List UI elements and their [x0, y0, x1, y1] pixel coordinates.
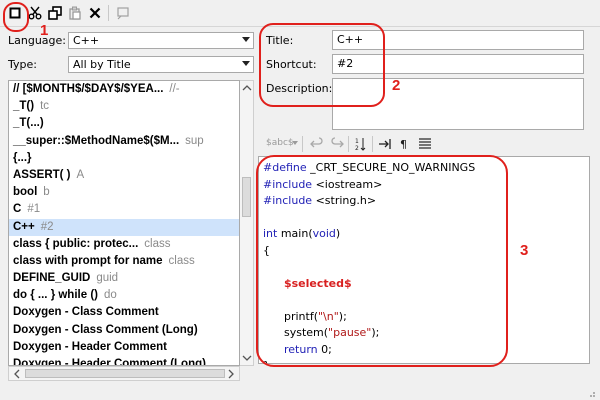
vertical-scroll-thumb[interactable] — [242, 177, 251, 217]
delete-icon — [89, 7, 101, 19]
align-lines-icon[interactable] — [418, 137, 432, 151]
snippet-list[interactable]: // [$MONTH$/$DAY$/$YEA... //- _T() tc _T(...… — [8, 80, 240, 366]
filter-icon — [117, 7, 129, 20]
paste-icon — [69, 6, 81, 20]
snippet-list-horizontal-scrollbar[interactable] — [8, 366, 240, 381]
annotation-label-3: 3 — [520, 242, 529, 259]
redo-icon[interactable] — [330, 137, 344, 151]
scroll-right-icon[interactable] — [225, 368, 237, 380]
snippet-list-vertical-scrollbar[interactable] — [240, 80, 254, 366]
snippet-shortcut: guid — [96, 272, 119, 285]
snippet-name: C++ — [13, 220, 35, 233]
indent-icon[interactable] — [378, 137, 392, 151]
editor-toolbar-separator — [348, 136, 349, 152]
snippet-list-item[interactable]: {...} — [9, 150, 239, 167]
scroll-up-icon[interactable] — [241, 82, 253, 94]
snippet-shortcut: //- — [169, 83, 180, 95]
svg-text:1: 1 — [355, 138, 359, 145]
snippet-shortcut: tc — [40, 100, 50, 113]
snippet-name: C — [13, 203, 22, 216]
annotation-ring-2 — [259, 23, 385, 107]
snippet-name: class { public: protec... — [13, 237, 139, 250]
pilcrow-icon[interactable]: ¶ — [398, 137, 412, 151]
snippet-shortcut: #2 — [40, 220, 54, 233]
snippet-shortcut: A — [76, 168, 85, 181]
svg-text:¶: ¶ — [400, 138, 407, 151]
snippet-list-item[interactable]: // [$MONTH$/$DAY$/$YEA... //- — [9, 81, 239, 98]
cut-icon — [28, 6, 42, 20]
svg-text:2: 2 — [355, 145, 359, 151]
snippet-list-item[interactable]: class with prompt for name class — [9, 253, 239, 270]
snippet-name: do { ... } while () — [13, 289, 98, 302]
resize-grip-icon[interactable] — [586, 388, 596, 398]
sort-numeric-icon[interactable]: 12 — [354, 137, 368, 151]
annotation-label-2: 2 — [392, 77, 401, 94]
delete-button[interactable] — [86, 4, 104, 22]
chevron-down-icon — [242, 61, 250, 66]
snippet-name: Doxygen - Header Comment (Long) — [13, 358, 206, 366]
type-select-value: All by Title — [73, 58, 131, 71]
snippet-shortcut: #1 — [27, 203, 41, 216]
snippet-list-item[interactable]: C #1 — [9, 201, 239, 218]
language-select[interactable]: C++ — [68, 32, 254, 49]
snippet-list-item[interactable]: Doxygen - Class Comment — [9, 304, 239, 321]
paste-button[interactable] — [66, 4, 84, 22]
snippet-list-item[interactable]: Doxygen - Header Comment (Long) — [9, 356, 239, 366]
snippet-name: {...} — [13, 151, 32, 164]
snippet-list-item[interactable]: C++ #2 — [9, 218, 239, 236]
snippet-list-item[interactable]: ASSERT( ) A — [9, 167, 239, 184]
type-label: Type: — [8, 58, 37, 71]
copy-button[interactable] — [46, 4, 64, 22]
toolbar-separator — [108, 5, 109, 21]
editor-toolbar: $abc$ 12 ¶ — [260, 132, 590, 157]
copy-icon — [48, 6, 62, 20]
snippet-name: ASSERT( ) — [13, 168, 71, 181]
filter-button[interactable] — [114, 4, 132, 22]
snippet-name: // [$MONTH$/$DAY$/$YEA... — [13, 83, 164, 95]
type-select[interactable]: All by Title — [68, 56, 254, 73]
snippet-name: DEFINE_GUID — [13, 272, 91, 285]
snippet-list-item[interactable]: class { public: protec... class — [9, 236, 239, 253]
snippet-name: Doxygen - Class Comment (Long) — [13, 323, 198, 336]
snippet-name: _T(...) — [13, 117, 44, 130]
snippet-list-item[interactable]: __super::$MethodName$($M... sup — [9, 133, 239, 150]
snippet-name: class with prompt for name — [13, 254, 163, 267]
editor-toolbar-separator — [302, 136, 303, 152]
chevron-down-icon — [242, 37, 250, 42]
snippet-name: bool — [13, 186, 38, 199]
snippet-name: Doxygen - Class Comment — [13, 306, 159, 319]
insert-variable-button[interactable]: $abc$ — [266, 138, 294, 148]
editor-toolbar-separator — [372, 136, 373, 152]
snippet-list-item[interactable]: Doxygen - Header Comment — [9, 339, 239, 356]
snippet-shortcut: b — [43, 186, 50, 199]
snippet-list-item[interactable]: _T() tc — [9, 98, 239, 115]
snippet-shortcut: class — [144, 237, 171, 250]
snippet-list-item[interactable]: _T(...) — [9, 115, 239, 132]
chevron-down-icon[interactable] — [292, 141, 298, 145]
scroll-down-icon[interactable] — [241, 352, 253, 364]
snippet-shortcut: sup — [185, 134, 204, 147]
snippet-list-item[interactable]: bool b — [9, 184, 239, 201]
snippet-shortcut: do — [103, 289, 117, 302]
scroll-left-icon[interactable] — [11, 368, 23, 380]
snippet-list-item[interactable]: Doxygen - Class Comment (Long) — [9, 322, 239, 339]
undo-icon[interactable] — [310, 137, 324, 151]
snippet-list-item[interactable]: do { ... } while () do — [9, 287, 239, 304]
language-label: Language: — [8, 34, 66, 47]
snippet-name: __super::$MethodName$($M... — [13, 134, 180, 147]
snippet-shortcut: class — [168, 254, 195, 267]
snippet-list-item[interactable]: DEFINE_GUID guid — [9, 270, 239, 287]
annotation-ring-3 — [256, 155, 508, 367]
language-select-value: C++ — [73, 34, 100, 47]
horizontal-scroll-thumb[interactable] — [25, 369, 225, 378]
snippet-name: _T() — [13, 100, 35, 113]
annotation-ring-1 — [3, 2, 29, 32]
snippet-name: Doxygen - Header Comment — [13, 340, 168, 353]
